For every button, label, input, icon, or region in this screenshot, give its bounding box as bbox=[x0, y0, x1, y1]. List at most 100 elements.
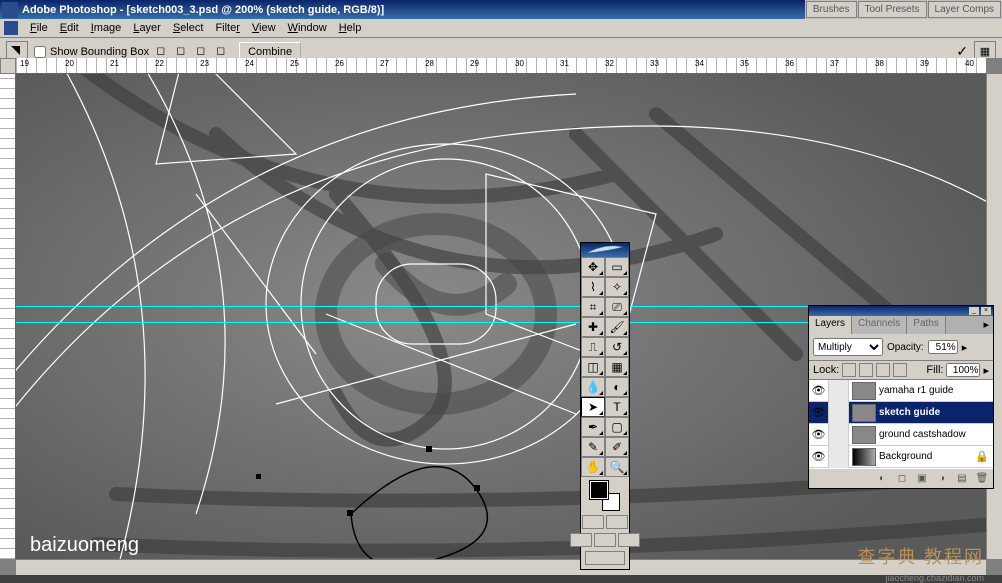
tool-zoom[interactable]: 🔍 bbox=[605, 457, 629, 477]
screen-mode-standard-icon[interactable] bbox=[570, 533, 592, 547]
tool-shape[interactable]: ▢ bbox=[605, 417, 629, 437]
tool-hand[interactable]: ✋ bbox=[581, 457, 605, 477]
tool-move[interactable]: ✥ bbox=[581, 257, 605, 277]
toolbox: ✥▭⌇✧⌗⎚✚🖌⎍↺◫▦💧◐➤T✒▢✎✐✋🔍 bbox=[580, 242, 630, 570]
tool-eraser[interactable]: ◫ bbox=[581, 357, 605, 377]
layer-style-icon[interactable]: ◐ bbox=[875, 472, 889, 486]
tool-pen[interactable]: ✒ bbox=[581, 417, 605, 437]
lock-position-icon[interactable] bbox=[876, 363, 890, 377]
tool-marquee[interactable]: ▭ bbox=[605, 257, 629, 277]
menu-help[interactable]: Help bbox=[333, 20, 368, 36]
menu-file[interactable]: File bbox=[24, 20, 54, 36]
fill-slider-icon[interactable]: ▸ bbox=[983, 364, 989, 377]
blend-mode-select[interactable]: Multiply bbox=[813, 338, 883, 356]
tool-history[interactable]: ↺ bbox=[605, 337, 629, 357]
link-cell[interactable] bbox=[829, 424, 849, 446]
tool-slice[interactable]: ⎚ bbox=[605, 297, 629, 317]
tool-crop[interactable]: ⌗ bbox=[581, 297, 605, 317]
panel-minimize-icon[interactable]: _ bbox=[969, 307, 979, 315]
panel-titlebar[interactable]: _ × bbox=[809, 306, 993, 316]
tool-eyedropper[interactable]: ✐ bbox=[605, 437, 629, 457]
menu-layer[interactable]: Layer bbox=[127, 20, 167, 36]
tab-paths[interactable]: Paths bbox=[907, 316, 946, 334]
menu-select[interactable]: Select bbox=[167, 20, 210, 36]
panel-close-icon[interactable]: × bbox=[981, 307, 991, 315]
screen-mode-full-menu-icon[interactable] bbox=[594, 533, 616, 547]
tab-channels[interactable]: Channels bbox=[852, 316, 907, 334]
ruler-tick: 19 bbox=[20, 59, 29, 68]
menu-image[interactable]: Image bbox=[85, 20, 128, 36]
layer-row[interactable]: 👁yamaha r1 guide bbox=[809, 380, 993, 402]
panel-menu-icon[interactable]: ▸ bbox=[979, 316, 993, 334]
color-swatches[interactable] bbox=[590, 481, 620, 511]
horizontal-ruler[interactable]: 1920212223242526272829303132333435363738… bbox=[16, 58, 986, 74]
tool-path-sel[interactable]: ➤ bbox=[581, 397, 605, 417]
link-cell[interactable] bbox=[829, 446, 849, 468]
layer-thumbnail[interactable] bbox=[852, 448, 876, 466]
tool-lasso[interactable]: ⌇ bbox=[581, 277, 605, 297]
layer-name: ground castshadow bbox=[879, 429, 993, 440]
tool-healing[interactable]: ✚ bbox=[581, 317, 605, 337]
tool-dodge[interactable]: ◐ bbox=[605, 377, 629, 397]
lock-all-icon[interactable] bbox=[893, 363, 907, 377]
screen-mode-full-icon[interactable] bbox=[618, 533, 640, 547]
lock-image-icon[interactable] bbox=[859, 363, 873, 377]
quickmask-on-icon[interactable] bbox=[606, 515, 628, 529]
menu-window[interactable]: Window bbox=[282, 20, 333, 36]
link-cell[interactable] bbox=[829, 380, 849, 402]
dock-tab-layer-comps[interactable]: Layer Comps bbox=[928, 1, 1001, 18]
layer-thumbnail[interactable] bbox=[852, 382, 876, 400]
tool-brush[interactable]: 🖌 bbox=[605, 317, 629, 337]
show-bounding-box-checkbox[interactable]: Show Bounding Box bbox=[34, 46, 149, 58]
tool-stamp[interactable]: ⎍ bbox=[581, 337, 605, 357]
ruler-origin[interactable] bbox=[0, 58, 16, 74]
visibility-icon[interactable]: 👁 bbox=[809, 446, 829, 468]
tool-notes[interactable]: ✎ bbox=[581, 437, 605, 457]
vertical-ruler[interactable] bbox=[0, 74, 16, 559]
tool-type[interactable]: T bbox=[605, 397, 629, 417]
window-title: Adobe Photoshop - [sketch003_3.psd @ 200… bbox=[22, 4, 886, 16]
ruler-tick: 29 bbox=[470, 59, 479, 68]
ruler-tick: 22 bbox=[155, 59, 164, 68]
toolbox-header[interactable] bbox=[581, 243, 629, 257]
tool-gradient[interactable]: ▦ bbox=[605, 357, 629, 377]
new-set-icon[interactable]: ▣ bbox=[915, 472, 929, 486]
tab-layers[interactable]: Layers bbox=[809, 316, 852, 334]
layer-mask-icon[interactable]: ◻ bbox=[895, 472, 909, 486]
layer-row[interactable]: 👁sketch guide bbox=[809, 402, 993, 424]
layer-thumbnail[interactable] bbox=[852, 426, 876, 444]
menu-view[interactable]: View bbox=[246, 20, 282, 36]
ruler-tick: 25 bbox=[290, 59, 299, 68]
opacity-label: Opacity: bbox=[887, 342, 924, 353]
dock-tab-tool-presets[interactable]: Tool Presets bbox=[858, 1, 927, 18]
new-layer-icon[interactable]: ▤ bbox=[955, 472, 969, 486]
visibility-icon[interactable]: 👁 bbox=[809, 424, 829, 446]
horizontal-scrollbar[interactable] bbox=[16, 559, 986, 575]
opacity-input[interactable] bbox=[928, 340, 958, 354]
tool-blur[interactable]: 💧 bbox=[581, 377, 605, 397]
dock-tab-brushes[interactable]: Brushes bbox=[806, 1, 857, 18]
foreground-color[interactable] bbox=[590, 481, 608, 499]
adjustment-layer-icon[interactable]: ◑ bbox=[935, 472, 949, 486]
visibility-icon[interactable]: 👁 bbox=[809, 402, 829, 424]
visibility-icon[interactable]: 👁 bbox=[809, 380, 829, 402]
lock-icon: 🔒 bbox=[971, 450, 993, 463]
jump-to-imageready-icon[interactable] bbox=[585, 551, 625, 565]
fill-input[interactable] bbox=[946, 363, 980, 377]
quickmask-off-icon[interactable] bbox=[582, 515, 604, 529]
layer-thumbnail[interactable] bbox=[852, 404, 876, 422]
ruler-tick: 23 bbox=[200, 59, 209, 68]
delete-layer-icon[interactable]: 🗑 bbox=[975, 472, 989, 486]
tool-wand[interactable]: ✧ bbox=[605, 277, 629, 297]
opacity-slider-icon[interactable]: ▸ bbox=[962, 341, 968, 354]
show-bounding-box-label: Show Bounding Box bbox=[50, 46, 149, 58]
link-cell[interactable] bbox=[829, 402, 849, 424]
app-icon bbox=[2, 2, 18, 18]
palette-well: Brushes Tool Presets Layer Comps bbox=[805, 0, 1002, 19]
menu-edit[interactable]: Edit bbox=[54, 20, 85, 36]
lock-transparency-icon[interactable] bbox=[842, 363, 856, 377]
layer-row[interactable]: 👁 ground castshadow bbox=[809, 424, 993, 446]
layer-name: Background bbox=[879, 451, 971, 462]
menu-filter[interactable]: Filter bbox=[209, 20, 245, 36]
layer-row[interactable]: 👁 Background🔒 bbox=[809, 446, 993, 468]
